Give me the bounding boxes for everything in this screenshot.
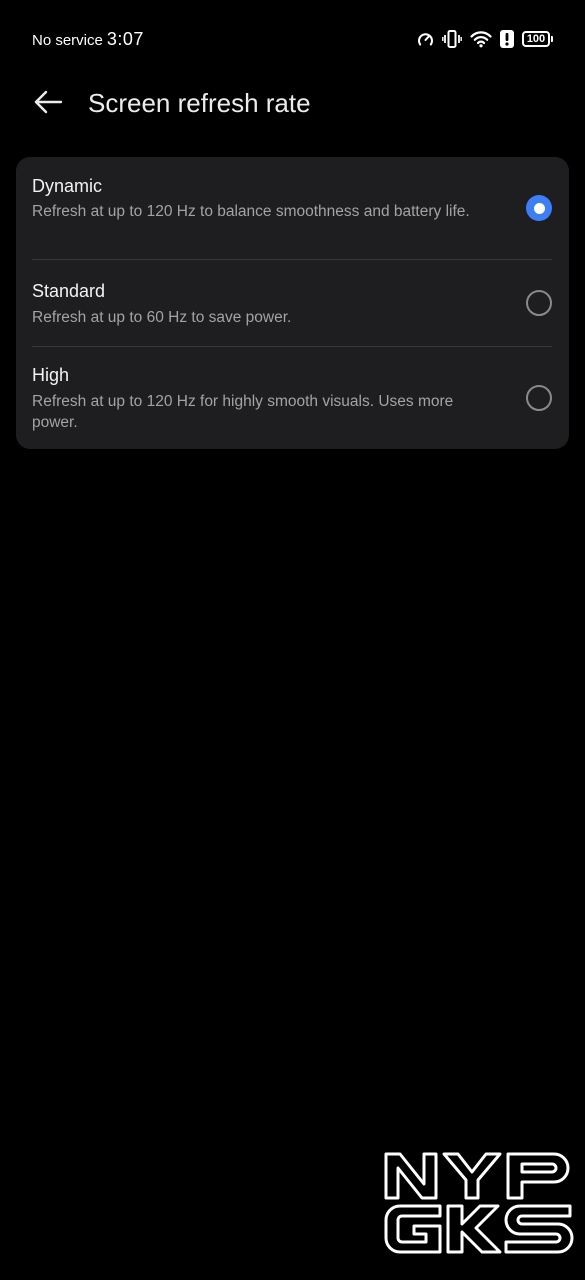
option-high[interactable]: High Refresh at up to 120 Hz for highly … bbox=[16, 347, 569, 449]
radio-high[interactable] bbox=[526, 385, 552, 411]
status-left: No service 3:07 bbox=[32, 29, 144, 50]
radio-selected-dot bbox=[533, 202, 545, 214]
vibrate-icon bbox=[442, 29, 462, 49]
status-bar: No service 3:07 100 bbox=[0, 0, 585, 80]
radio-dynamic[interactable] bbox=[526, 195, 552, 221]
option-description: Refresh at up to 120 Hz to balance smoot… bbox=[32, 203, 470, 220]
option-standard[interactable]: Standard Refresh at up to 60 Hz to save … bbox=[16, 260, 569, 346]
battery-level: 100 bbox=[522, 31, 550, 47]
refresh-rate-options: Dynamic Refresh at up to 120 Hz to balan… bbox=[16, 157, 569, 449]
status-icons: 100 bbox=[417, 28, 553, 50]
arrow-left-icon bbox=[33, 89, 63, 120]
option-description: Refresh at up to 60 Hz to save power. bbox=[32, 309, 292, 326]
radio-standard[interactable] bbox=[526, 290, 552, 316]
watermark-logo bbox=[382, 1148, 576, 1258]
page-title: Screen refresh rate bbox=[88, 88, 311, 118]
speed-meter-icon bbox=[417, 31, 434, 48]
back-button[interactable] bbox=[30, 86, 66, 122]
alert-icon bbox=[500, 30, 514, 48]
carrier-label: No service bbox=[32, 32, 103, 49]
option-description: Refresh at up to 120 Hz for highly smoot… bbox=[32, 393, 454, 431]
option-dynamic[interactable]: Dynamic Refresh at up to 120 Hz to balan… bbox=[16, 157, 569, 259]
option-title: Dynamic bbox=[32, 176, 103, 196]
option-title: Standard bbox=[32, 281, 106, 301]
header: Screen refresh rate bbox=[0, 80, 585, 126]
battery-tip bbox=[551, 36, 553, 42]
option-title: High bbox=[32, 365, 70, 385]
wifi-icon bbox=[470, 30, 492, 48]
battery-icon: 100 bbox=[522, 31, 553, 47]
clock: 3:07 bbox=[106, 29, 144, 49]
